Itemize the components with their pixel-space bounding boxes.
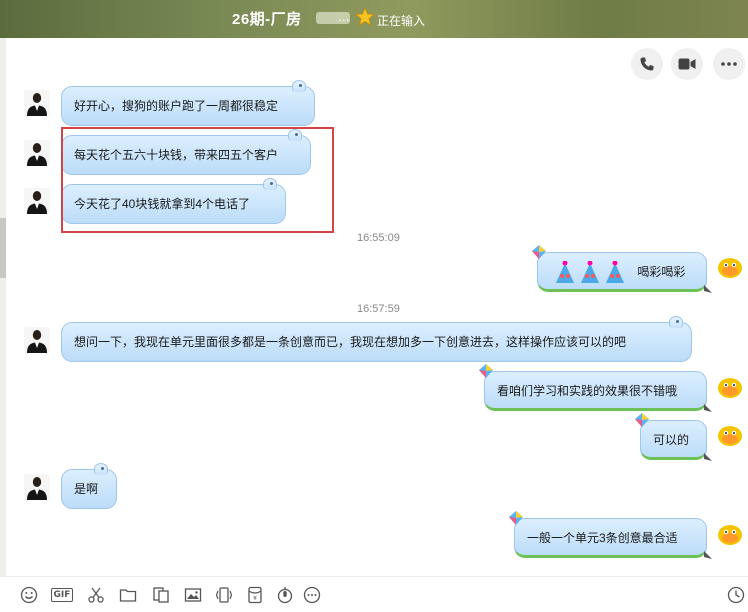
gif-label: GIF [50,588,74,602]
gif-button[interactable]: GIF [50,585,74,605]
microphone-icon [277,587,293,604]
message-text: 一般一个单元3条创意最合适 [527,531,678,545]
kite-icon [479,364,493,378]
party-hat-emoji-icon [606,260,624,283]
message-bubble[interactable]: 想问一下，我现在单元里面很多都是一条创意而已，我现在想加多一下创意进去，这样操作… [61,316,692,362]
title-ellipsis: ... [338,10,350,24]
chat-title: 26期-厂房 [232,11,302,28]
sticker-avatar-icon[interactable] [716,424,744,448]
timestamp: 16:55:09 [357,232,400,244]
contact-avatar[interactable] [24,327,50,353]
more-dots-icon [721,62,737,66]
emoji-group [554,260,626,285]
message-text: 想问一下，我现在单元里面很多都是一条创意而已，我现在想加多一下创意进去，这样操作… [74,335,627,349]
contact-avatar[interactable] [24,188,50,214]
timestamp: 16:57:59 [357,303,400,315]
voice-call-button[interactable] [631,48,663,80]
favorites-button[interactable] [151,585,171,605]
image-button[interactable] [183,585,203,605]
kite-icon [509,511,523,525]
person-icon [27,477,47,500]
money-envelope-icon: ¥ [248,586,262,604]
person-icon [27,143,47,166]
more-tools-button[interactable] [302,585,322,605]
video-call-button[interactable] [671,48,703,80]
more-circle-icon [303,586,321,604]
bubble-tail-icon [704,404,712,412]
contact-avatar[interactable] [24,90,50,116]
my-message-bubble[interactable]: 喝彩喝彩 [532,245,712,293]
person-icon [27,330,47,353]
bubble-tail-icon [704,551,712,559]
collection-icon [153,587,169,603]
picture-icon [184,588,202,602]
input-toolbar: GIF ¥ [0,576,748,612]
emoji-button[interactable] [19,585,39,605]
message-text: 喝彩喝彩 [637,265,686,279]
voice-message-button[interactable] [275,585,295,605]
my-message-bubble[interactable]: 可以的 [635,413,712,461]
sticker-avatar-icon[interactable] [716,523,744,547]
more-options-button[interactable] [713,48,745,80]
red-packet-button[interactable]: ¥ [245,585,265,605]
message-text: 可以的 [653,433,690,447]
sticker-avatar-icon[interactable] [716,256,744,280]
kite-icon [635,413,649,427]
sticker-avatar-icon[interactable] [716,376,744,400]
kite-icon [532,245,546,259]
party-hat-emoji-icon [581,260,599,283]
message-text: 看咱们学习和实践的效果很不错哦 [497,384,678,398]
file-button[interactable] [118,585,138,605]
typing-status: 正在输入 [377,14,426,28]
shake-button[interactable] [214,585,234,605]
contact-avatar[interactable] [24,140,50,166]
message-bubble[interactable]: 好开心，搜狗的账户跑了一周都很稳定 [61,80,315,126]
person-icon [27,191,47,214]
my-message-bubble[interactable]: 看咱们学习和实践的效果很不错哦 [479,364,712,412]
scissors-icon [88,587,104,603]
video-camera-icon [678,58,696,70]
svg-text:¥: ¥ [253,595,257,602]
message-text: 好开心，搜狗的账户跑了一周都很稳定 [74,99,279,113]
title-bar: 26期-厂房 ... 正在输入 [0,0,748,38]
bubble-tail-icon [704,285,712,293]
side-scroll-marker[interactable] [0,218,6,278]
person-icon [27,93,47,116]
highlight-box [61,127,334,233]
folder-icon [119,589,137,602]
phone-icon [640,57,654,71]
clock-icon [727,586,745,604]
star-status-icon [355,7,375,26]
message-text: 是啊 [74,482,99,496]
party-hat-emoji-icon [556,260,574,283]
my-message-bubble[interactable]: 一般一个单元3条创意最合适 [509,511,712,559]
bubble-tail-icon [704,453,712,461]
smiley-icon [20,586,38,604]
side-frame [0,38,6,612]
history-button[interactable] [726,585,746,605]
contact-avatar[interactable] [24,474,50,500]
screenshot-button[interactable] [86,585,106,605]
message-bubble[interactable]: 是啊 [61,463,117,509]
shake-window-icon [215,587,233,603]
